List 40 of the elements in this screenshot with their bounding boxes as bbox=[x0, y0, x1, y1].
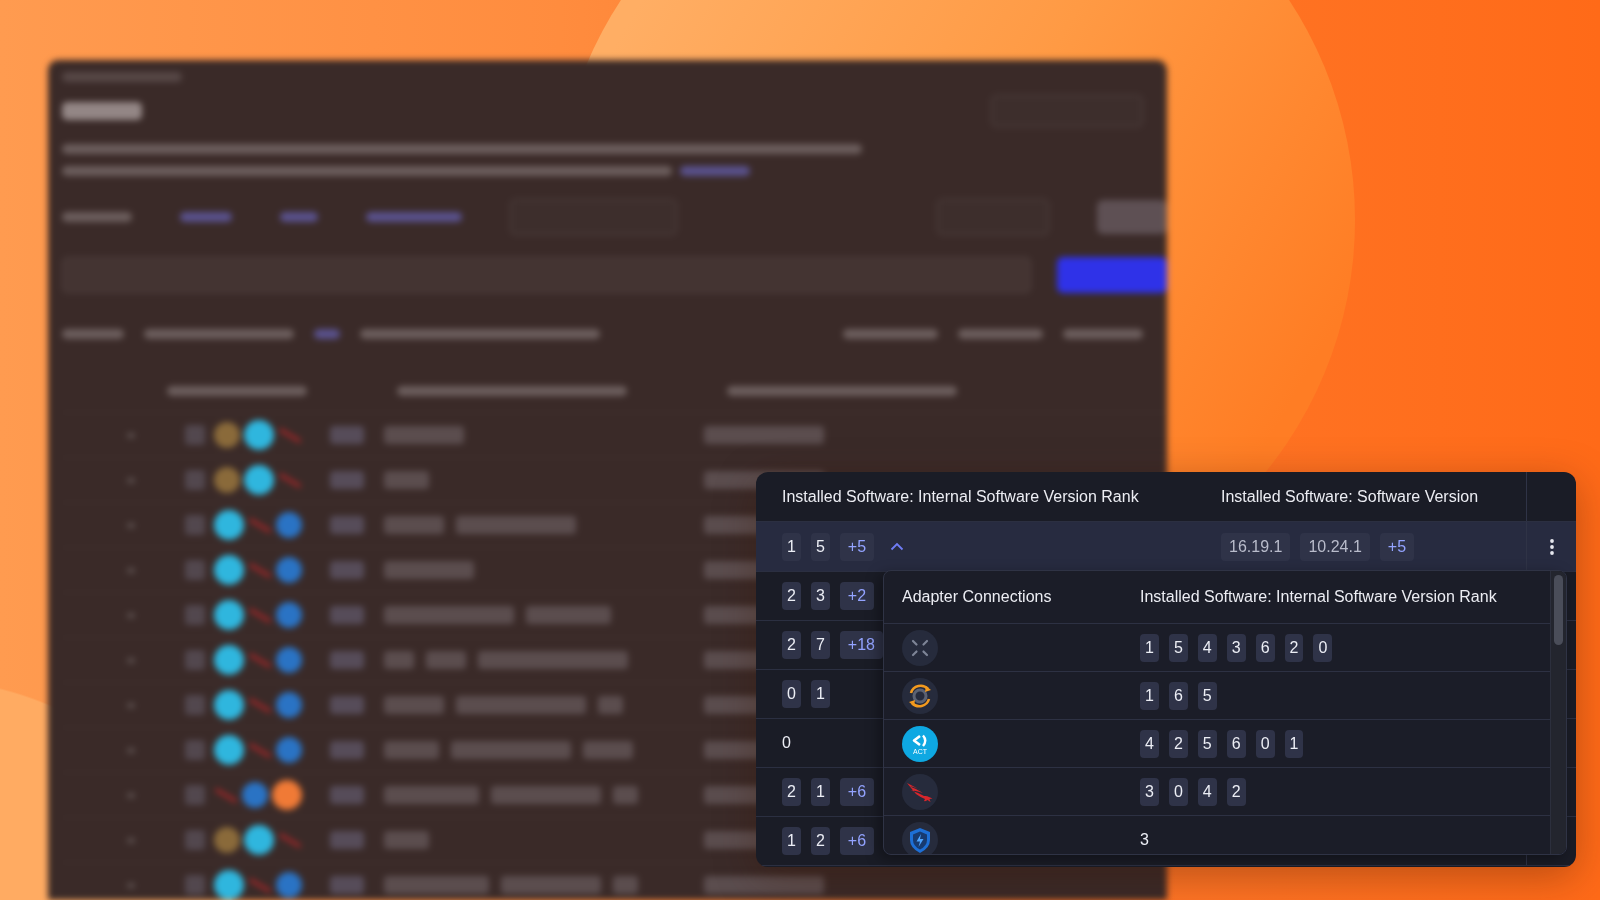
rank-chip: 5 bbox=[1197, 729, 1217, 758]
column-header: Installed Software: Internal Software Version Rank bbox=[1140, 588, 1497, 606]
rank-value: 3 bbox=[1140, 830, 1149, 849]
rank-chip: 0 bbox=[1313, 633, 1333, 662]
rank-chip: 5 bbox=[1197, 681, 1217, 710]
column-header: Installed Software: Software Version bbox=[1221, 487, 1479, 506]
rank-chip: 0 bbox=[1255, 729, 1275, 758]
rank-chip: 5 bbox=[1168, 633, 1188, 662]
column-header: Installed Software: Internal Software Version Rank bbox=[782, 487, 1139, 506]
rank-chip: 1 bbox=[782, 532, 801, 561]
rank-chip: 1 bbox=[810, 778, 830, 806]
rank-chip: 7 bbox=[810, 631, 830, 659]
rank-chip: 2 bbox=[782, 631, 801, 659]
rank-chip: 1 bbox=[1140, 633, 1159, 662]
rank-chip: 2 bbox=[1168, 729, 1188, 758]
rank-chip: 1 bbox=[1140, 681, 1159, 710]
rank-chip: 2 bbox=[1284, 633, 1304, 662]
rank-chip: 4 bbox=[1197, 777, 1217, 806]
rank-chip: 3 bbox=[1140, 777, 1159, 806]
rank-chip: 5 bbox=[810, 532, 830, 561]
column-header: Adapter Connections bbox=[902, 588, 1052, 606]
version-chip: 16.19.1 bbox=[1221, 532, 1291, 561]
rank-value: 0 bbox=[782, 734, 791, 752]
rank-chip: 1 bbox=[810, 680, 830, 708]
rank-chip: 6 bbox=[1255, 633, 1275, 662]
rank-chip: 4 bbox=[1140, 729, 1159, 758]
rank-chip: 0 bbox=[1168, 777, 1188, 806]
rank-chip: 2 bbox=[810, 827, 830, 855]
rank-chip: 0 bbox=[782, 680, 801, 708]
rank-chip: 3 bbox=[810, 582, 830, 610]
rank-chip: 2 bbox=[1226, 777, 1246, 806]
rank-chip: 2 bbox=[782, 582, 801, 610]
rank-chip: 1 bbox=[1284, 729, 1304, 758]
rank-chip: 1 bbox=[782, 827, 801, 855]
rank-chip: 3 bbox=[1226, 633, 1246, 662]
rank-chip: 6 bbox=[1168, 681, 1188, 710]
rank-chip: 2 bbox=[782, 778, 801, 806]
rank-chip: 4 bbox=[1197, 633, 1217, 662]
version-chip: 10.24.1 bbox=[1300, 532, 1370, 561]
rank-chip: 6 bbox=[1226, 729, 1246, 758]
